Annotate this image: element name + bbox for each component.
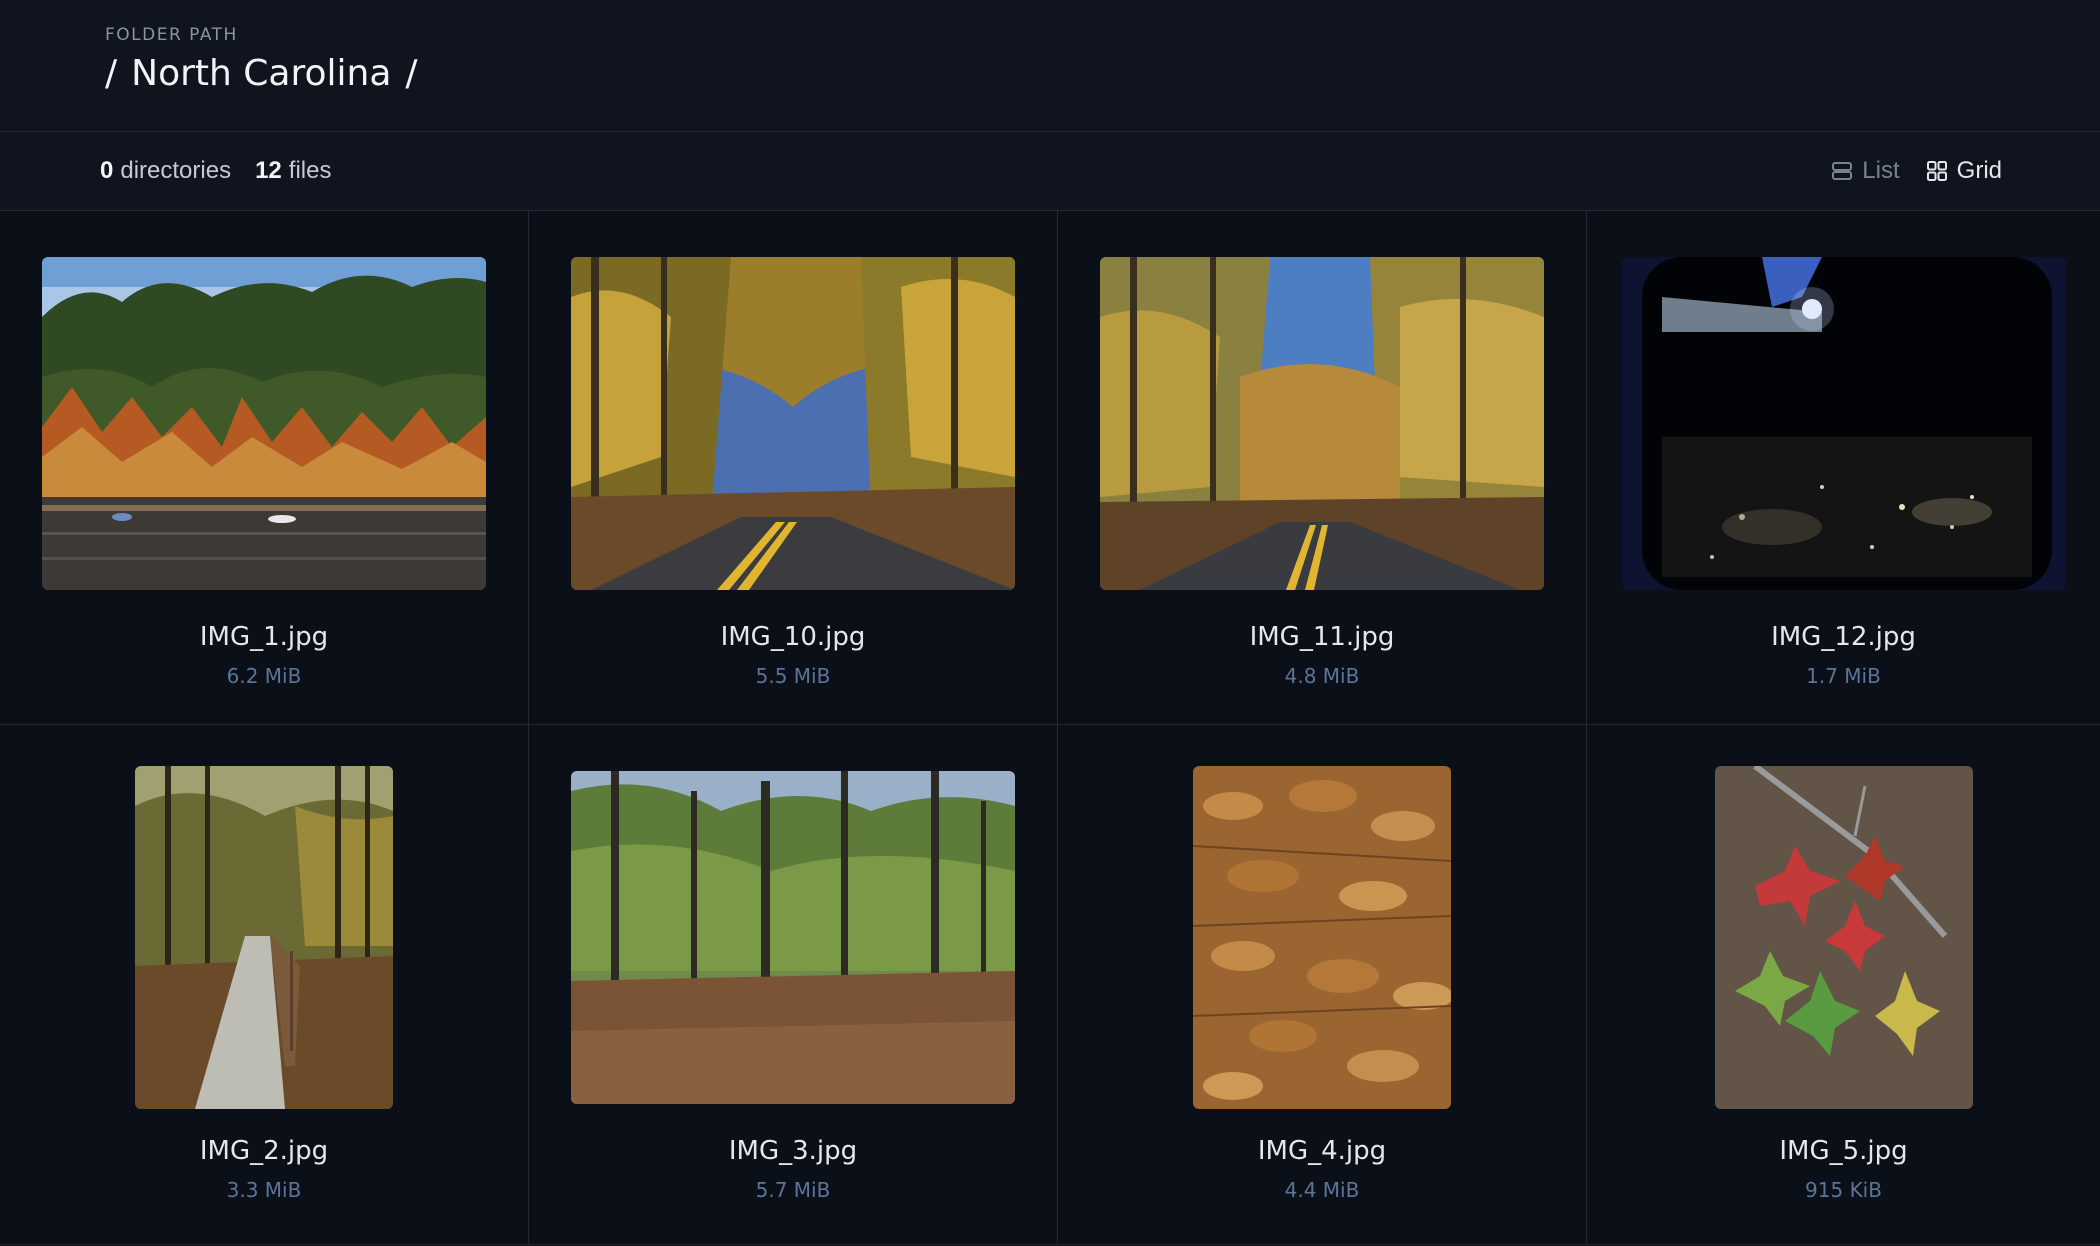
list-view-button[interactable]: List [1831, 157, 1900, 185]
file-size: 4.4 MiB [1284, 1178, 1360, 1202]
file-size: 5.7 MiB [755, 1178, 831, 1202]
file-card[interactable]: IMG_2.jpg 3.3 MiB [0, 725, 529, 1245]
file-card[interactable]: IMG_3.jpg 5.7 MiB [529, 725, 1058, 1245]
file-grid: IMG_1.jpg 6.2 MiB IMG_10.jpg 5.5 MiB IMG… [0, 211, 2100, 1245]
breadcrumb-root-separator[interactable]: / [105, 53, 117, 94]
toolbar: 0 directories 12 files List Grid [0, 132, 2100, 211]
list-icon [1832, 162, 1853, 180]
folder-path-label: FOLDER PATH [105, 25, 238, 45]
files-count: 12 files [255, 157, 332, 184]
list-view-label: List [1862, 157, 1900, 184]
grid-view-button[interactable]: Grid [1926, 157, 2002, 185]
breadcrumb-trailing-separator: / [405, 53, 418, 94]
grid-view-label: Grid [1956, 157, 2002, 184]
thumbnail-image[interactable] [1100, 257, 1544, 590]
thumbnail-image[interactable] [1193, 766, 1451, 1109]
file-name: IMG_12.jpg [1771, 622, 1916, 652]
breadcrumb: / North Carolina / [105, 53, 2100, 94]
file-name: IMG_11.jpg [1249, 622, 1395, 652]
item-counts: 0 directories 12 files [100, 157, 331, 185]
thumbnail-image[interactable] [571, 257, 1015, 590]
thumbnail-image[interactable] [135, 766, 393, 1109]
file-size: 915 KiB [1805, 1178, 1882, 1202]
file-name: IMG_5.jpg [1779, 1136, 1908, 1166]
file-size: 4.8 MiB [1284, 664, 1360, 688]
file-card[interactable]: IMG_5.jpg 915 KiB [1587, 725, 2100, 1245]
file-name: IMG_3.jpg [728, 1136, 858, 1166]
file-size: 5.5 MiB [755, 664, 831, 688]
file-card[interactable]: IMG_4.jpg 4.4 MiB [1058, 725, 1587, 1245]
file-card[interactable]: IMG_11.jpg 4.8 MiB [1058, 211, 1587, 725]
file-name: IMG_1.jpg [199, 622, 329, 652]
thumbnail-image[interactable] [571, 771, 1015, 1104]
file-size: 6.2 MiB [226, 664, 302, 688]
file-name: IMG_2.jpg [199, 1136, 329, 1166]
file-size: 1.7 MiB [1806, 664, 1881, 688]
file-name: IMG_10.jpg [720, 622, 866, 652]
file-card[interactable]: IMG_1.jpg 6.2 MiB [0, 211, 529, 725]
directories-count: 0 directories [100, 157, 232, 184]
thumbnail-image[interactable] [1621, 257, 2066, 590]
breadcrumb-folder-north-carolina[interactable]: North Carolina [131, 53, 391, 94]
thumbnail-image[interactable] [1714, 766, 1973, 1109]
file-size: 3.3 MiB [226, 1178, 302, 1202]
grid-icon [1926, 161, 1947, 181]
file-name: IMG_4.jpg [1257, 1136, 1387, 1166]
view-toggle: List Grid [1831, 157, 2002, 185]
file-card[interactable]: IMG_10.jpg 5.5 MiB [529, 211, 1058, 725]
folder-header: FOLDER PATH / North Carolina / [0, 0, 2100, 132]
thumbnail-image[interactable] [42, 257, 486, 590]
file-card[interactable]: IMG_12.jpg 1.7 MiB [1587, 211, 2100, 725]
